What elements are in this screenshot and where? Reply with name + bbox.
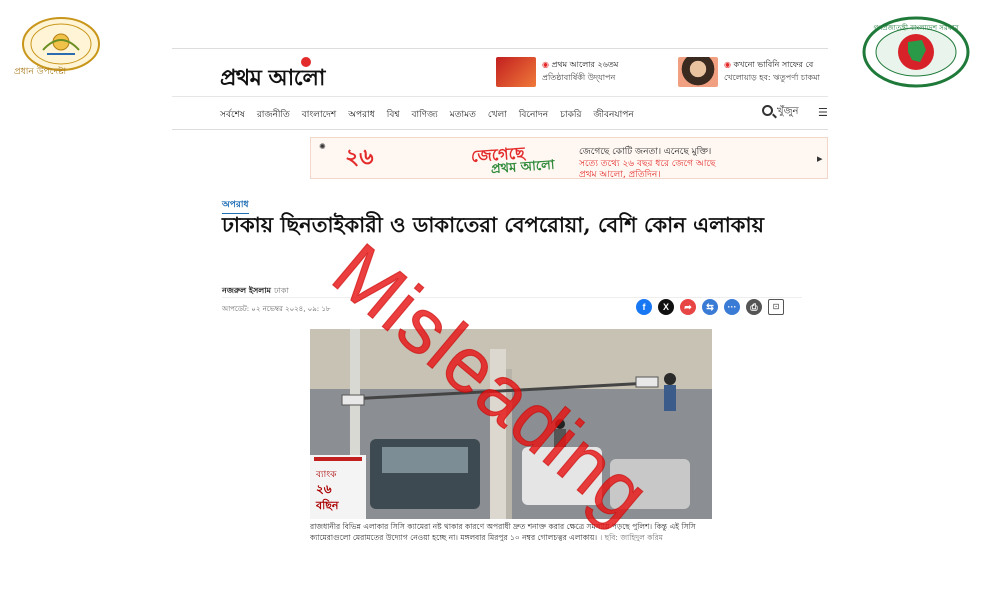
banner-art-line2: প্রথম আলো	[490, 157, 556, 178]
nav-item-entertainment[interactable]: বিনোদন	[519, 107, 548, 122]
promo-anniversary-thumbnail	[496, 57, 536, 87]
nav-item-world[interactable]: বিশ্ব	[387, 107, 400, 122]
bullet-icon: ◉	[542, 60, 552, 69]
nav-item-latest[interactable]: সর্বশেষ	[220, 107, 245, 122]
seal-ring-text: গণপ্রজাতন্ত্রী বাংলাদেশ সরকার	[874, 23, 959, 32]
logo-sun-icon	[301, 57, 311, 67]
chief-adviser-caption: প্রধান উপদেষ্টা	[14, 67, 67, 77]
promo-anniversary-subtitle: প্রতিষ্ঠাবার্ষিকী উদ্‌যাপন	[542, 73, 616, 82]
nav-item-bangladesh[interactable]: বাংলাদেশ	[302, 107, 336, 122]
nav-items: সর্বশেষ রাজনীতি বাংলাদেশ অপরাধ বিশ্ব বাণ…	[220, 107, 634, 122]
nav-item-lifestyle[interactable]: জীবনযাপন	[593, 107, 633, 122]
banner-26-badge: ২৬	[345, 144, 374, 170]
search-label: খুঁজুন	[777, 106, 799, 117]
author-location: ঢাকা	[274, 286, 289, 295]
banner-arrow-icon: ▸	[817, 152, 823, 165]
main-nav: সর্বশেষ রাজনীতি বাংলাদেশ অপরাধ বিশ্ব বাণ…	[172, 98, 828, 130]
promo-ritu-subtitle: খেলোয়াড় হব: ঋতুপর্ণা চাকমা	[724, 73, 820, 82]
share-bar: f X ➦ ⇆ ··· ⎙ ⊡	[636, 299, 784, 315]
promo-anniversary[interactable]: ◉ প্রথম আলোর ২৬তম প্রতিষ্ঠাবার্ষিকী উদ্‌…	[496, 57, 656, 87]
article-photo: ব্যাংক ২৬ বছিন	[310, 329, 712, 519]
masthead: প্রথম আলো ◉ প্রথম আলোর ২৬তম প্রতিষ্ঠাবার…	[172, 49, 828, 97]
search-button[interactable]: খুঁজুন	[762, 104, 798, 121]
nav-item-jobs[interactable]: চাকরি	[560, 107, 581, 122]
article-headline: ঢাকায় ছিনতাইকারী ও ডাকাতেরা বেপরোয়া, ব…	[222, 212, 764, 237]
photo-sign-text-3: বছিন	[315, 498, 339, 512]
news-page: প্রথম আলো ◉ প্রথম আলোর ২৬তম প্রতিষ্ঠাবার…	[172, 48, 828, 570]
facebook-share-icon[interactable]: f	[636, 299, 652, 315]
more-share-icon[interactable]: ···	[724, 299, 740, 315]
bullet-icon: ◉	[724, 60, 734, 69]
save-bookmark-icon[interactable]: ⊡	[768, 299, 784, 315]
promo-ritu-title: কখনো ভাবিনি সাফের বে	[733, 60, 814, 69]
print-icon[interactable]: ⎙	[746, 299, 762, 315]
nav-item-business[interactable]: বাণিজ্য	[411, 107, 437, 122]
nav-item-sports[interactable]: খেলা	[488, 107, 507, 122]
prothom-alo-logo[interactable]: প্রথম আলো	[220, 61, 325, 98]
promo-ritu-thumbnail	[678, 57, 718, 87]
nav-item-politics[interactable]: রাজনীতি	[257, 107, 290, 122]
promo-ritu[interactable]: ◉ কখনো ভাবিনি সাফের বে খেলোয়াড় হব: ঋতু…	[678, 57, 828, 87]
updated-timestamp: আপডেট: ০২ নভেম্বর ২০২৪, ০৯: ১৮	[222, 305, 331, 313]
nav-item-opinion[interactable]: মতামত	[450, 107, 476, 122]
photo-credit-text: ছবি: জাহিদুল করিম	[604, 533, 663, 542]
photo-sign-text-2: ২৬	[316, 482, 332, 496]
government-seal: গণপ্রজাতন্ত্রী বাংলাদেশ সরকার	[862, 16, 970, 88]
promo-anniversary-title: প্রথম আলোর ২৬তম	[551, 60, 619, 69]
nav-item-crime[interactable]: অপরাধ	[348, 107, 375, 122]
photo-credit: । ছবি: জাহিদুল করিম	[599, 533, 663, 542]
banner-logo-mark: ✺	[319, 142, 326, 151]
copy-link-icon[interactable]: ⇆	[702, 299, 718, 315]
banner-text-line3: প্রথম আলো, প্রতিদিন।	[579, 170, 661, 179]
photo-sign-text-1: ব্যাংক	[315, 470, 337, 480]
anniversary-banner[interactable]: ✺ ২৬ জেগেছে প্রথম আলো জেগেছে কোটি জনতা। …	[310, 137, 828, 179]
menu-icon[interactable]: ☰	[818, 106, 828, 119]
search-icon	[762, 105, 773, 116]
byline-divider	[222, 297, 802, 298]
photo-caption: রাজধানীর বিভিন্ন এলাকার সিসি ক্যামেরা নষ…	[310, 521, 712, 543]
author-name[interactable]: নজরুল ইসলাম	[222, 286, 271, 295]
x-share-icon[interactable]: X	[658, 299, 674, 315]
share-arrow-icon[interactable]: ➦	[680, 299, 696, 315]
